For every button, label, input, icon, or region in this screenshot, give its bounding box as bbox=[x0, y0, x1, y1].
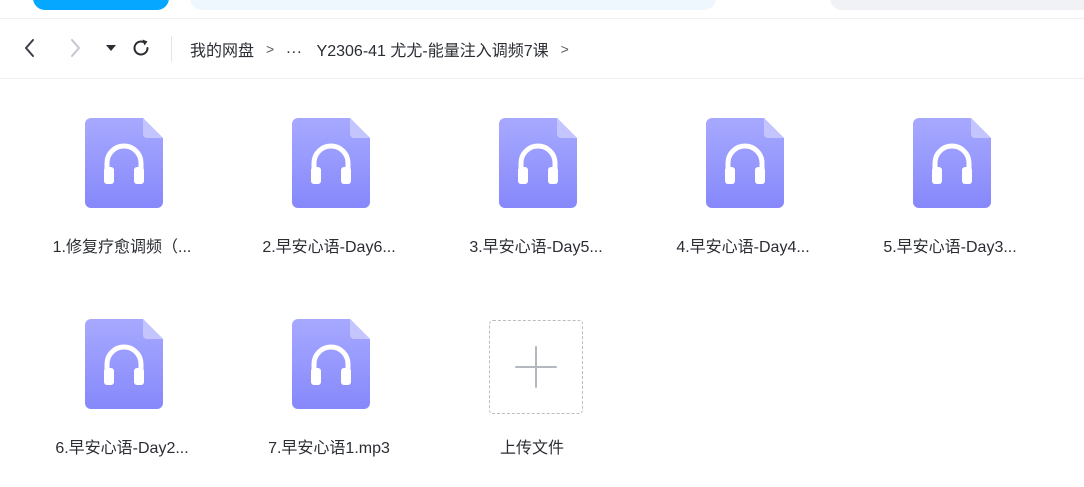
file-tile[interactable]: 3.早安心语-Day5... bbox=[446, 79, 626, 259]
file-name: 2.早安心语-Day6... bbox=[262, 239, 396, 256]
refresh-button[interactable] bbox=[130, 37, 152, 59]
file-name: 7.早安心语1.mp3 bbox=[268, 440, 390, 457]
file-name: 6.早安心语-Day2... bbox=[55, 440, 189, 457]
breadcrumb: 我的网盘 > ... Y2306-41 尤尤-能量注入调频7课 > bbox=[190, 36, 581, 62]
file-tile[interactable]: 4.早安心语-Day4... bbox=[653, 79, 833, 259]
search-bar[interactable] bbox=[190, 0, 716, 10]
breadcrumb-ellipsis[interactable]: ... bbox=[286, 40, 302, 58]
breadcrumb-separator-icon: > bbox=[560, 41, 569, 57]
upload-drop-box[interactable] bbox=[489, 320, 583, 414]
file-tile[interactable]: 2.早安心语-Day6... bbox=[239, 79, 419, 259]
top-toolbar bbox=[0, 0, 1084, 19]
breadcrumb-root[interactable]: 我的网盘 bbox=[190, 37, 254, 61]
file-browser: 我的网盘 > ... Y2306-41 尤尤-能量注入调频7课 > 1.修复疗愈… bbox=[0, 0, 1084, 487]
chevron-left-icon bbox=[25, 39, 34, 57]
file-tile[interactable]: 6.早安心语-Day2... bbox=[32, 280, 212, 460]
breadcrumb-current[interactable]: Y2306-41 尤尤-能量注入调频7课 bbox=[317, 37, 549, 61]
upload-label: 上传文件 bbox=[499, 440, 564, 457]
file-tile[interactable]: 7.早安心语1.mp3 bbox=[239, 280, 419, 460]
file-name: 1.修复疗愈调频（... bbox=[52, 239, 192, 256]
file-tile[interactable]: 1.修复疗愈调频（... bbox=[32, 79, 212, 259]
nav-divider bbox=[171, 36, 172, 62]
top-right-control[interactable] bbox=[830, 0, 1084, 10]
back-button[interactable] bbox=[19, 37, 41, 59]
file-tile[interactable]: 5.早安心语-Day3... bbox=[860, 79, 1040, 259]
refresh-icon bbox=[133, 39, 149, 56]
audio-file-icon bbox=[85, 118, 163, 208]
audio-file-icon bbox=[913, 118, 991, 208]
audio-file-icon bbox=[499, 118, 577, 208]
file-name: 3.早安心语-Day5... bbox=[469, 239, 603, 256]
file-name: 5.早安心语-Day3... bbox=[883, 239, 1017, 256]
upload-main-button[interactable] bbox=[33, 0, 169, 10]
breadcrumb-separator-icon: > bbox=[266, 41, 275, 57]
upload-tile[interactable]: 上传文件 bbox=[442, 280, 622, 460]
audio-file-icon bbox=[292, 319, 370, 409]
chevron-right-icon bbox=[71, 39, 80, 57]
file-name: 4.早安心语-Day4... bbox=[676, 239, 810, 256]
audio-file-icon bbox=[706, 118, 784, 208]
history-dropdown-button[interactable] bbox=[100, 37, 122, 59]
caret-down-icon bbox=[106, 45, 116, 51]
audio-file-icon bbox=[85, 319, 163, 409]
forward-button[interactable] bbox=[64, 37, 86, 59]
audio-file-icon bbox=[292, 118, 370, 208]
navigation-bar: 我的网盘 > ... Y2306-41 尤尤-能量注入调频7课 > bbox=[0, 19, 1084, 79]
plus-icon bbox=[515, 346, 557, 388]
